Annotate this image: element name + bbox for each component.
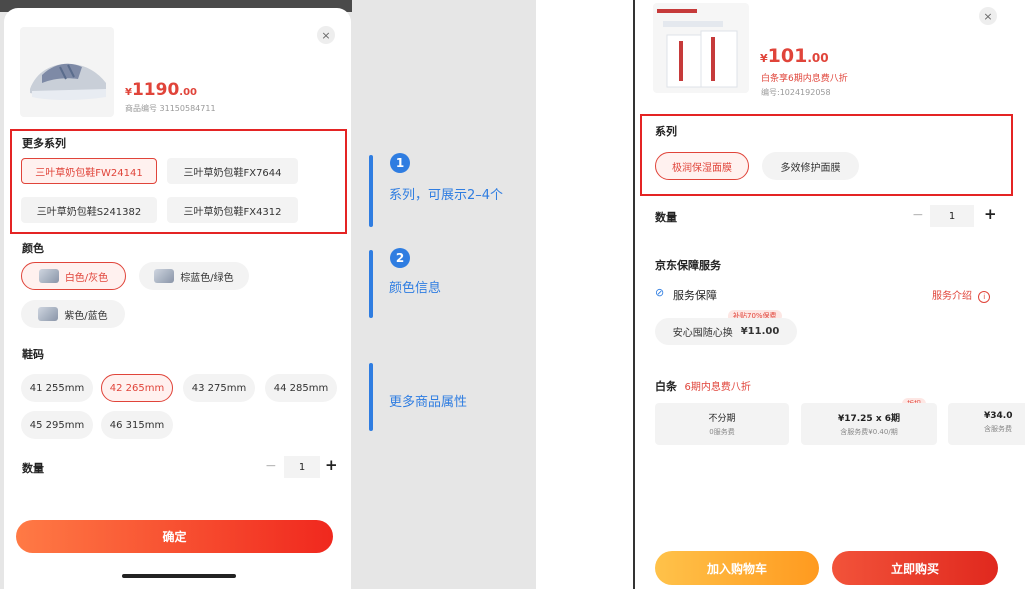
quantity-increase-button[interactable]: + — [325, 456, 338, 474]
info-icon: i — [978, 291, 991, 303]
size-option-41[interactable]: 41 255mm — [21, 374, 93, 402]
baitiao-label: 白条 — [655, 380, 677, 393]
baitiao-header: 白条 6期内息费八折 — [655, 378, 751, 394]
series-option-3[interactable]: 三叶草奶包鞋S241382 — [21, 197, 157, 223]
annotation-series: 系列，可展示2–4个 — [389, 188, 504, 203]
installment-sub: 含服务费¥0.40/期 — [840, 428, 898, 436]
shoe-thumb-icon — [154, 269, 175, 283]
price: ¥101.00 — [760, 45, 829, 67]
price-symbol: ¥ — [125, 87, 132, 98]
mask-product-image — [653, 3, 749, 93]
series-option-2[interactable]: 多效修护面膜 — [762, 152, 859, 180]
series-option-1[interactable]: 极润保湿面膜 — [655, 152, 749, 180]
series-option-4[interactable]: 三叶草奶包鞋FX4312 — [167, 197, 298, 223]
price-integer: 1190 — [131, 80, 180, 100]
quantity-input[interactable]: 1 — [284, 456, 320, 478]
size-option-46[interactable]: 46 315mm — [101, 411, 173, 439]
right-phone-frame-left-edge — [633, 0, 635, 589]
buy-now-button[interactable]: 立即购买 — [832, 551, 998, 585]
size-option-42[interactable]: 42 265mm — [101, 374, 173, 402]
quantity-increase-button[interactable]: + — [984, 205, 997, 223]
size-option-43[interactable]: 43 275mm — [183, 374, 255, 402]
color-label: 颜色 — [22, 242, 44, 255]
installment-sub: 含服务费 — [984, 425, 1012, 433]
quantity-label: 数量 — [655, 211, 677, 224]
price-integer: 101 — [767, 45, 808, 67]
product-image — [20, 27, 114, 117]
installment-title: ¥34.0 — [984, 411, 1013, 421]
series-label: 更多系列 — [22, 137, 66, 150]
annotation-bar-series — [369, 155, 373, 227]
shoe-thumb-icon — [38, 269, 59, 283]
service-option-name: 安心囤随心换 — [672, 328, 733, 339]
annotation-badge-1: 1 — [390, 153, 410, 173]
confirm-button[interactable]: 确定 — [16, 520, 333, 553]
annotation-color: 颜色信息 — [389, 281, 442, 296]
price-decimal: .00 — [179, 87, 198, 98]
shoe-thumb-icon — [38, 307, 59, 321]
size-option-45[interactable]: 45 295mm — [21, 411, 93, 439]
series-option-1[interactable]: 三叶草奶包鞋FW24141 — [21, 158, 157, 184]
installment-option-none[interactable]: 不分期 0服务费 — [655, 403, 789, 445]
color-option-label: 紫色/蓝色 — [64, 310, 108, 322]
price-decimal: .00 — [807, 51, 829, 65]
product-code: 编号:1024192058 — [761, 88, 831, 97]
installment-title: ¥17.25 x 6期 — [837, 414, 901, 424]
color-option-white-grey[interactable]: 白色/灰色 — [21, 262, 126, 290]
annotation-bar-color — [369, 250, 373, 318]
installment-title: 不分期 — [708, 414, 736, 424]
quantity-label: 数量 — [22, 462, 44, 475]
annotation-bar-attributes — [369, 363, 373, 431]
size-label: 鞋码 — [22, 348, 44, 361]
close-button[interactable]: × — [979, 7, 997, 25]
add-to-cart-button[interactable]: 加入购物车 — [655, 551, 819, 585]
color-option-label: 白色/灰色 — [64, 272, 109, 284]
product-code: 商品编号 31150584711 — [125, 104, 216, 113]
installment-option-12[interactable]: ¥34.0 含服务费 — [948, 403, 1025, 445]
service-option-price: ¥11.00 — [740, 326, 780, 337]
series-option-2[interactable]: 三叶草奶包鞋FX7644 — [167, 158, 298, 184]
price-symbol: ¥ — [760, 52, 768, 65]
price: ¥1190.00 — [125, 80, 197, 100]
service-intro-label: 服务介绍 — [932, 291, 972, 302]
service-intro-link[interactable]: 服务介绍 i — [932, 287, 991, 303]
installment-promo: 白条享6期内息费八折 — [761, 74, 848, 84]
annotation-badge-2: 2 — [390, 248, 410, 268]
series-label: 系列 — [655, 125, 677, 138]
installment-sub: 0服务费 — [709, 428, 735, 436]
service-option-anxin[interactable]: 安心囤随心换 ¥11.00 — [655, 318, 797, 345]
close-button[interactable]: × — [317, 26, 335, 44]
service-guarantee-label: 服务保障 — [673, 289, 717, 302]
installment-option-6[interactable]: ¥17.25 x 6期 含服务费¥0.40/期 — [801, 403, 937, 445]
quantity-decrease-button[interactable]: − — [265, 458, 277, 474]
size-option-44[interactable]: 44 285mm — [265, 374, 337, 402]
service-section-title: 京东保障服务 — [655, 259, 721, 272]
quantity-decrease-button[interactable]: − — [912, 207, 924, 223]
baitiao-promo: 6期内息费八折 — [684, 382, 751, 393]
home-indicator — [122, 574, 236, 578]
color-option-purple-blue[interactable]: 紫色/蓝色 — [21, 300, 125, 328]
annotation-attributes: 更多商品属性 — [389, 395, 468, 410]
color-option-brown-blue[interactable]: 棕蓝色/绿色 — [139, 262, 249, 290]
quantity-input[interactable]: 1 — [930, 205, 974, 227]
color-option-label: 棕蓝色/绿色 — [180, 272, 234, 284]
link-icon: ⊘ — [655, 286, 665, 299]
